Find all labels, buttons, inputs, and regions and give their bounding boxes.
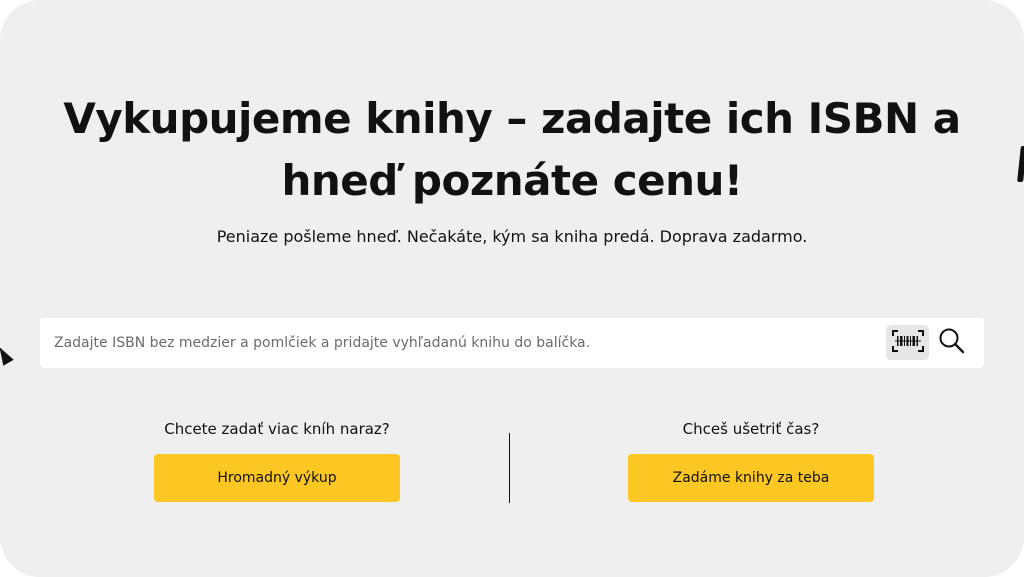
page: Vykupujeme knihy – zadajte ich ISBN a hn…	[0, 0, 1024, 577]
enter-books-for-you-button[interactable]: Zadáme knihy za teba	[628, 454, 874, 502]
page-subtitle: Peniaze pošleme hneď. Nečakáte, kým sa k…	[216, 227, 808, 246]
enter-for-you-section: Chceš ušetriť čas? Zadáme knihy za teba	[601, 418, 901, 502]
isbn-search-bar	[40, 318, 984, 368]
search-button[interactable]	[936, 327, 968, 359]
hero-card: Vykupujeme knihy – zadajte ich ISBN a hn…	[0, 0, 1024, 577]
page-title: Vykupujeme knihy – zadajte ich ISBN a hn…	[63, 94, 961, 205]
barcode-scan-icon	[891, 329, 924, 356]
isbn-search-input[interactable]	[54, 328, 874, 358]
magnifier-icon	[938, 327, 966, 359]
bulk-buyback-button[interactable]: Hromadný výkup	[154, 454, 400, 502]
bulk-buyback-question: Chcete zadať viac kníh naraz?	[164, 420, 390, 438]
barcode-scan-button[interactable]	[886, 325, 929, 360]
section-divider	[509, 433, 510, 503]
decorative-shape-left	[0, 344, 14, 366]
decorative-shape-right	[1017, 146, 1024, 182]
enter-for-you-question: Chceš ušetriť čas?	[682, 420, 820, 438]
bulk-buyback-section: Chcete zadať viac kníh naraz? Hromadný v…	[127, 418, 427, 502]
